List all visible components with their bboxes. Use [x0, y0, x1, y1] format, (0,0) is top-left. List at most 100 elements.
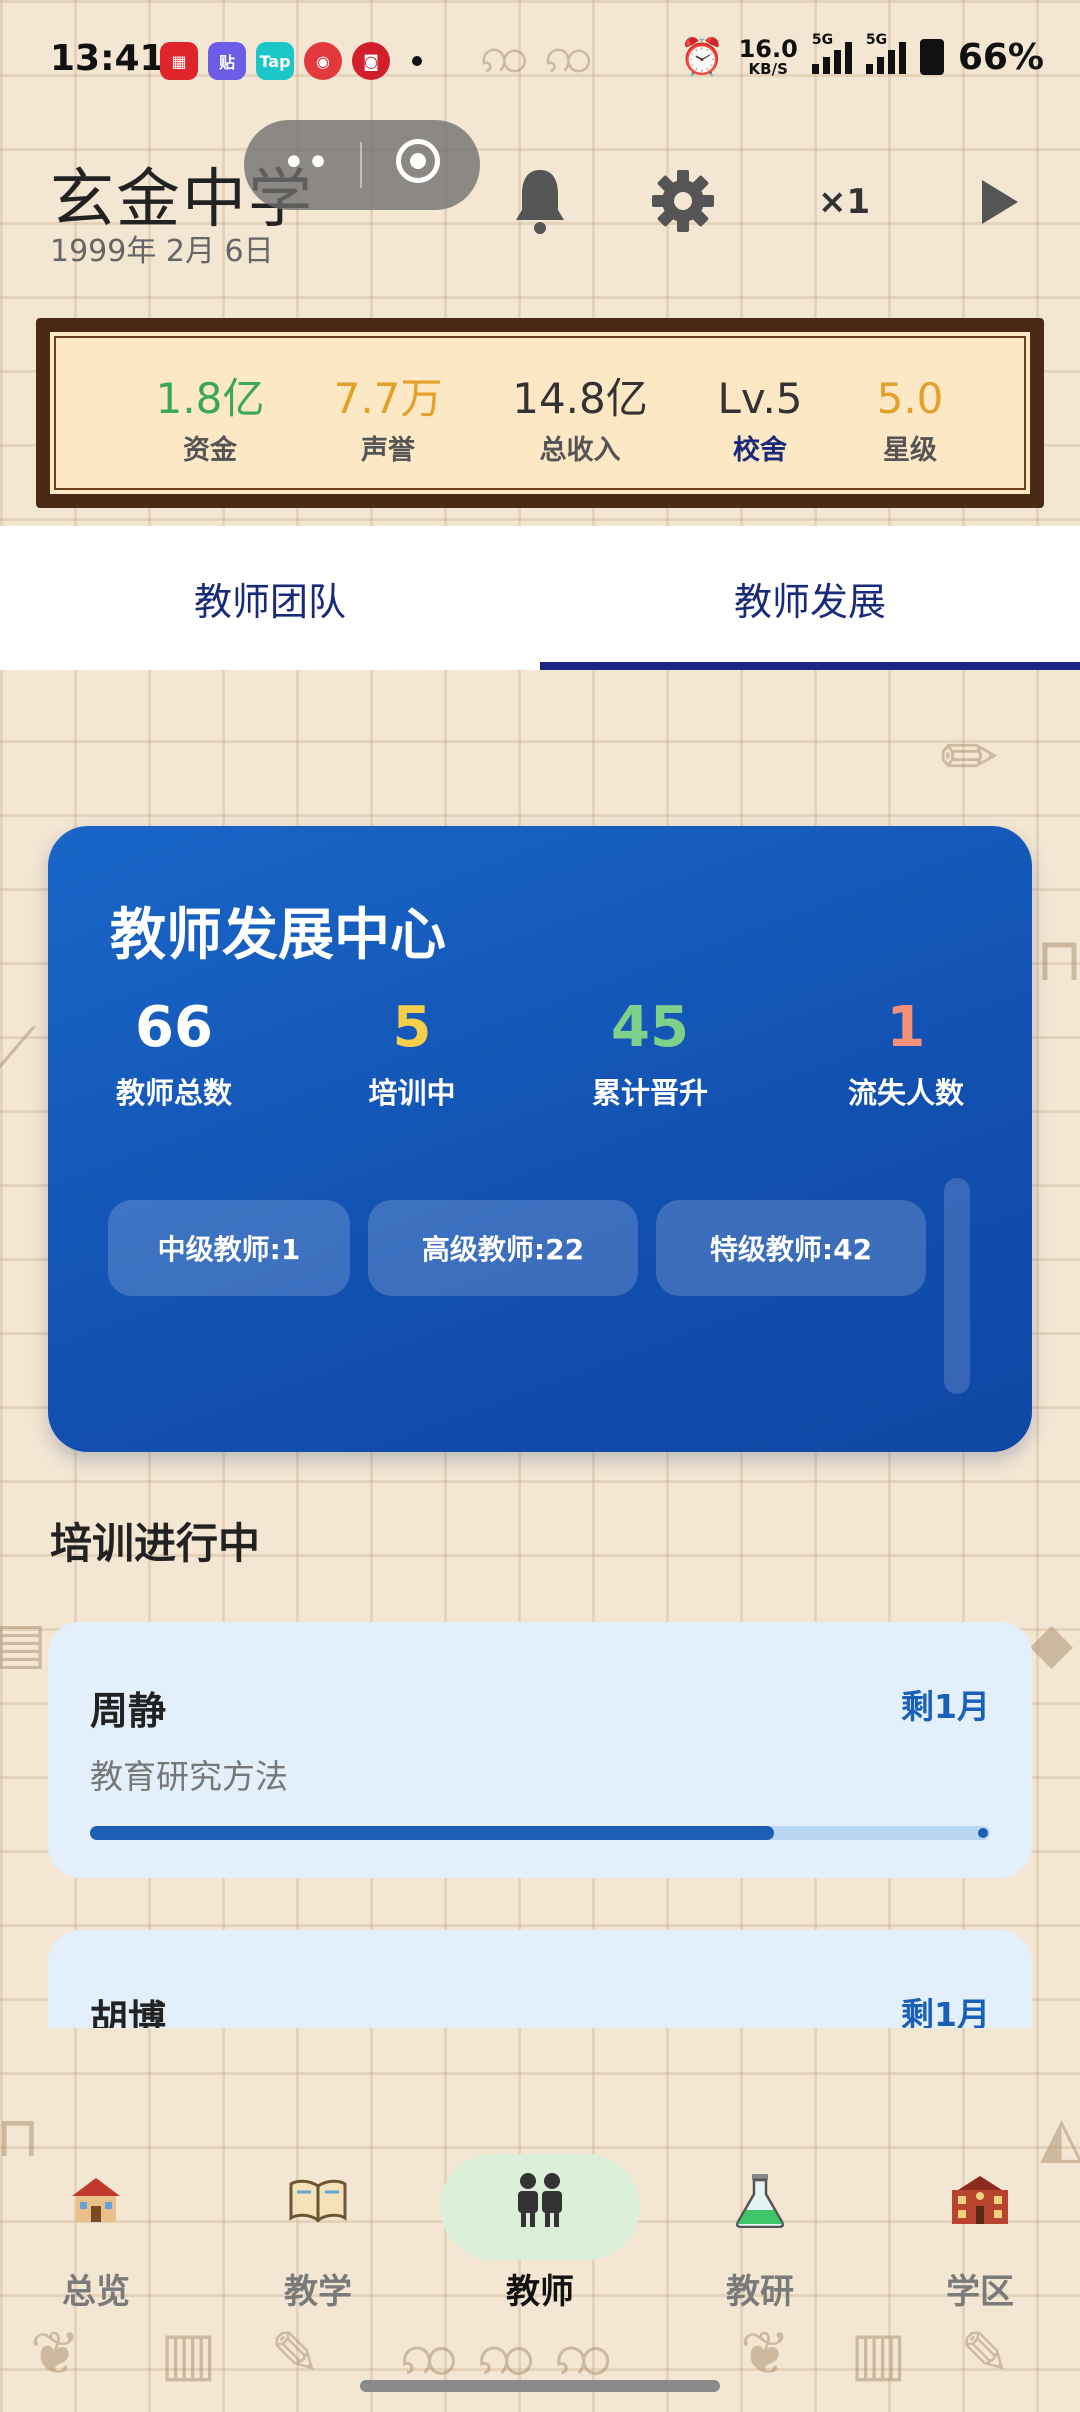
tab-teacher-development[interactable]: 教师发展 [540, 526, 1080, 670]
more-dots-icon[interactable]: • • [282, 143, 330, 183]
leaf-doodle-icon: ❦ [740, 2319, 791, 2389]
cap-doodle-icon: ◆ [1030, 1611, 1074, 1676]
stat-value: 7.7万 [333, 374, 443, 423]
netease-music-app-icon: ◉ [304, 42, 342, 80]
signal-1: 5G [811, 32, 852, 74]
kpi-attrition: 1 流失人数 [786, 996, 1026, 1112]
home-indicator[interactable] [360, 2380, 720, 2392]
quill-doodle-icon: ✎ [960, 2319, 1011, 2389]
level-chip-intermediate[interactable]: 中级教师:1 [108, 1200, 350, 1296]
net-speed-unit: KB/S [748, 60, 788, 78]
taptap-app-icon: Tap [256, 42, 294, 80]
stats-panel: 1.8亿 资金 7.7万 声誉 14.8亿 总收入 Lv.5 校舍 5.0 星级 [36, 318, 1044, 508]
stat-label: 星级 [883, 435, 937, 466]
progress-end-dot [978, 1828, 988, 1838]
kpi-in-training: 5 培训中 [292, 996, 532, 1112]
leaf-doodle-icon: ❦ [30, 2319, 81, 2389]
notification-dot-icon [412, 56, 422, 66]
kpi-label: 教师总数 [115, 1076, 232, 1110]
training-section-heading: 培训进行中 [50, 1519, 261, 1568]
kpi-label: 累计晋升 [591, 1076, 708, 1110]
trainee-name: 胡博 [90, 1997, 167, 2028]
stat-reputation: 7.7万 声誉 [308, 374, 468, 467]
school-building-icon [880, 2160, 1080, 2240]
alarm-icon: ⏰ [679, 37, 725, 78]
desk-doodle-icon: ⊓ [1036, 925, 1080, 995]
network-1-label: 5G [811, 32, 834, 48]
game-date: 1999年 2月 6日 [50, 234, 274, 269]
bell-icon[interactable] [512, 166, 568, 236]
book-doodle-icon: ▥ [160, 2319, 217, 2389]
nav-label: 教师 [506, 2272, 574, 2312]
battery-level: 66% [957, 36, 1044, 78]
pencil-doodle-icon: ✏ [940, 716, 999, 798]
stat-value: 1.8亿 [155, 374, 265, 423]
training-progress-fill [90, 1826, 774, 1840]
stat-label: 声誉 [361, 435, 415, 466]
kpi-label: 培训中 [368, 1076, 456, 1110]
status-time: 13:41 [50, 38, 165, 79]
nav-item-teaching[interactable]: 教学 [218, 2140, 418, 2313]
status-right-group: ⏰ 16.0 KB/S 5G 5G 66% [679, 32, 1044, 78]
stat-label: 资金 [183, 435, 237, 466]
stat-value: Lv.5 [717, 374, 803, 423]
battery-icon [919, 39, 944, 75]
network-2-label: 5G [865, 32, 888, 48]
bank-app-icon: ◙ [352, 42, 390, 80]
stat-value: 5.0 [876, 374, 944, 423]
book-doodle-icon: ▥ [850, 2319, 907, 2389]
book-doodle-icon: ▤ [0, 1611, 47, 1676]
training-card[interactable]: 周静 剩1月 教育研究方法 [48, 1622, 1032, 1878]
flask-icon [660, 2160, 860, 2240]
rednote-app-icon: ▦ [160, 42, 198, 80]
nav-label: 教研 [726, 2272, 794, 2312]
stat-value: 14.8亿 [512, 374, 648, 423]
trainee-name: 周静 [90, 1689, 167, 1733]
kpi-label: 流失人数 [847, 1076, 964, 1110]
open-book-icon [218, 2160, 418, 2240]
capsule-divider [360, 142, 362, 188]
chip-scrollbar[interactable] [944, 1178, 970, 1394]
stat-total-income: 14.8亿 总收入 [500, 374, 660, 467]
teachers-icon [440, 2160, 640, 2240]
gear-icon[interactable] [652, 170, 714, 232]
nav-item-teachers[interactable]: 教师 [440, 2140, 640, 2313]
stat-campus-level[interactable]: Lv.5 校舍 [680, 374, 840, 467]
decorative-border: ❦ ▥ ✎ ꩡ ꩡ ꩡ ❦ ▥ ✎ [0, 2310, 1080, 2412]
play-icon[interactable] [982, 180, 1018, 224]
school-house-icon [0, 2160, 196, 2240]
status-bar: 13:41 ▦ 贴 Tap ◉ ◙ ⏰ 16.0 KB/S 5G 5G 66% [0, 0, 1080, 124]
nav-label: 总览 [62, 2272, 130, 2312]
mini-program-capsule: • • [244, 120, 480, 210]
stat-star-rating: 5.0 星级 [830, 374, 990, 467]
tab-bar: 教师团队 教师发展 [0, 526, 1080, 670]
ruler-doodle-icon: ⟋ [0, 1015, 36, 1085]
kpi-total-teachers: 66 教师总数 [54, 996, 294, 1112]
dev-center-title: 教师发展中心 [110, 903, 446, 968]
active-tab-indicator [540, 662, 1080, 670]
net-speed-value: 16.0 [738, 35, 798, 63]
swirl-doodle-icon: ꩡ ꩡ ꩡ [400, 2319, 613, 2389]
stat-funds: 1.8亿 资金 [130, 374, 290, 467]
tie-app-icon: 贴 [208, 42, 246, 80]
level-chip-special[interactable]: 特级教师:42 [656, 1200, 926, 1296]
kpi-value: 5 [392, 995, 432, 1060]
training-remaining: 剩1月 [901, 1687, 990, 1726]
stat-label: 总收入 [539, 435, 621, 466]
tab-teacher-team[interactable]: 教师团队 [0, 526, 540, 670]
signal-2: 5G [865, 32, 906, 74]
training-card[interactable]: 胡博 剩1月 [48, 1930, 1032, 2028]
speed-multiplier[interactable]: ×1 [818, 182, 870, 222]
bottom-navigation: 总览 教学 教师 教研 学区 [0, 2140, 1080, 2313]
nav-item-overview[interactable]: 总览 [0, 2140, 196, 2313]
net-speed: 16.0 KB/S [739, 37, 798, 77]
nav-item-district[interactable]: 学区 [880, 2140, 1080, 2313]
quill-doodle-icon: ✎ [270, 2319, 321, 2389]
level-chip-senior[interactable]: 高级教师:22 [368, 1200, 638, 1296]
close-target-icon[interactable] [396, 139, 440, 183]
kpi-value: 1 [886, 995, 926, 1060]
kpi-promotions: 45 累计晋升 [530, 996, 770, 1112]
nav-item-research[interactable]: 教研 [660, 2140, 860, 2313]
nav-label: 学区 [946, 2272, 1014, 2312]
training-list-viewport: 胡博 剩1月 [0, 1900, 1080, 2028]
